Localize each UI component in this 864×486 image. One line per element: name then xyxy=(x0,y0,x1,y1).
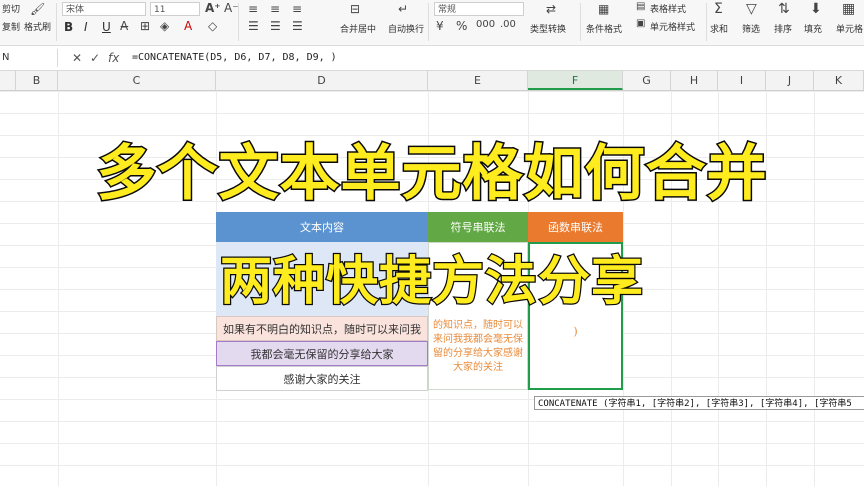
thousands-icon[interactable]: 000 xyxy=(476,19,495,30)
column-header-c[interactable]: C xyxy=(58,71,216,90)
table-style-icon[interactable]: ▤ xyxy=(636,1,645,12)
cut-button[interactable]: 剪切 xyxy=(2,2,20,15)
underline-button[interactable]: U xyxy=(102,20,111,34)
font-shrink-icon[interactable]: A⁻ xyxy=(224,1,239,15)
corner-cell[interactable] xyxy=(0,71,16,90)
align-center-icon[interactable]: ☰ xyxy=(270,19,281,33)
format-painter-icon[interactable]: 🖌 xyxy=(30,2,45,16)
ribbon-separator xyxy=(238,3,239,41)
result-line-f: ) xyxy=(573,324,578,338)
conditional-format-icon[interactable]: ▦ xyxy=(598,2,609,16)
result-line-e: 留的分享给大家感谢 xyxy=(433,347,523,359)
function-tooltip: CONCATENATE (字符串1, [字符串2], [字符串3], [字符串4… xyxy=(534,396,864,410)
data-cell-d[interactable]: 如果有不明白的知识点，随时可以来问我 xyxy=(216,316,428,341)
font-family-select[interactable]: 宋体 xyxy=(62,2,146,16)
ribbon-separator xyxy=(706,3,707,41)
column-header-k[interactable]: K xyxy=(814,71,864,90)
clear-format-icon[interactable]: ◇ xyxy=(208,19,217,33)
align-left-icon[interactable]: ☰ xyxy=(248,19,259,33)
column-header-g[interactable]: G xyxy=(623,71,671,90)
header-symbol-concat[interactable]: 符号串联法 xyxy=(428,212,528,242)
formula-input[interactable]: =CONCATENATE(D5, D6, D7, D8, D9, ) xyxy=(132,50,337,66)
filter-button[interactable]: 筛选 xyxy=(742,22,760,35)
align-middle-icon[interactable]: ≡ xyxy=(270,2,280,16)
ribbon-separator xyxy=(580,3,581,41)
name-box[interactable]: N xyxy=(0,49,58,67)
cell-button[interactable]: 单元格 xyxy=(836,22,863,35)
column-header-b[interactable]: B xyxy=(16,71,58,90)
ribbon-separator xyxy=(428,3,429,41)
filter-icon[interactable]: ▽ xyxy=(746,1,757,17)
strikethrough-icon[interactable]: A̶ xyxy=(120,19,128,33)
cancel-icon[interactable]: ✕ xyxy=(72,49,82,67)
wrap-text-button[interactable]: 自动换行 xyxy=(388,22,424,35)
wrap-text-icon[interactable]: ↵ xyxy=(398,2,408,16)
copy-button[interactable]: 复制 xyxy=(2,20,20,33)
type-convert-button[interactable]: 类型转换 xyxy=(530,22,566,35)
sum-icon[interactable]: Σ xyxy=(714,1,723,17)
align-top-icon[interactable]: ≡ xyxy=(248,2,258,16)
merge-center-button[interactable]: 合并居中 xyxy=(340,22,376,35)
align-right-icon[interactable]: ☰ xyxy=(292,19,303,33)
currency-icon[interactable]: ¥ xyxy=(436,19,444,33)
sort-icon[interactable]: ⇅ xyxy=(778,1,790,17)
overlay-title: 多个文本单元格如何合并 xyxy=(95,138,768,211)
decimal-icon[interactable]: .00 xyxy=(500,19,516,30)
cell-style-button[interactable]: 单元格样式 xyxy=(650,20,695,33)
align-bottom-icon[interactable]: ≡ xyxy=(292,2,302,16)
type-convert-icon[interactable]: ⇄ xyxy=(546,2,556,16)
sort-button[interactable]: 排序 xyxy=(774,22,792,35)
fill-button[interactable]: 填充 xyxy=(804,22,822,35)
percent-icon[interactable]: % xyxy=(456,19,467,33)
merge-icon[interactable]: ⊟ xyxy=(350,2,360,16)
cell-icon[interactable]: ▦ xyxy=(842,1,855,17)
sum-button[interactable]: 求和 xyxy=(710,22,728,35)
fill-color-icon[interactable]: ◈ xyxy=(160,19,169,33)
result-line-e: 的知识点，随时可以 xyxy=(433,319,523,331)
column-header-d[interactable]: D xyxy=(216,71,428,90)
table-style-button[interactable]: 表格样式 xyxy=(650,2,686,15)
header-function-concat[interactable]: 函数串联法 xyxy=(528,212,623,242)
font-color-icon[interactable]: A xyxy=(184,19,192,33)
italic-button[interactable]: I xyxy=(84,20,88,34)
column-header-e[interactable]: E xyxy=(428,71,528,90)
cell-style-icon[interactable]: ▣ xyxy=(636,18,645,29)
insert-function-icon[interactable]: fx xyxy=(108,49,119,67)
column-header-j[interactable]: J xyxy=(766,71,814,90)
format-painter-button[interactable]: 格式刷 xyxy=(24,20,51,33)
fill-icon[interactable]: ⬇ xyxy=(810,1,822,17)
formula-bar: N ✕ ✓ fx =CONCATENATE(D5, D6, D7, D8, D9… xyxy=(0,46,864,71)
data-cell-d[interactable]: 我都会毫无保留的分享给大家 xyxy=(216,341,428,366)
result-line-e: 来问我我都会毫无保 xyxy=(433,333,523,345)
number-format-select[interactable]: 常规 xyxy=(434,2,524,16)
bold-button[interactable]: B xyxy=(64,20,73,34)
font-grow-icon[interactable]: A⁺ xyxy=(205,1,221,15)
result-line-e: 大家的关注 xyxy=(453,361,503,373)
border-icon[interactable]: ⊞ xyxy=(140,19,150,33)
ribbon-separator xyxy=(56,3,57,41)
font-size-select[interactable]: 11 xyxy=(150,2,200,16)
overlay-subtitle: 两种快捷方法分享 xyxy=(219,251,645,314)
column-header-f[interactable]: F xyxy=(528,71,623,90)
data-cell-d[interactable]: 感谢大家的关注 xyxy=(216,366,428,391)
conditional-format-button[interactable]: 条件格式 xyxy=(586,22,622,35)
column-header-row: B C D E F G H I J K xyxy=(0,71,864,91)
column-header-i[interactable]: I xyxy=(718,71,766,90)
confirm-icon[interactable]: ✓ xyxy=(90,49,100,67)
ribbon-toolbar: 剪切 复制 🖌 格式刷 宋体 11 A⁺ A⁻ B I U A̶ ⊞ ◈ A ◇… xyxy=(0,0,864,46)
header-text-content[interactable]: 文本内容 xyxy=(216,212,428,242)
column-header-h[interactable]: H xyxy=(671,71,718,90)
